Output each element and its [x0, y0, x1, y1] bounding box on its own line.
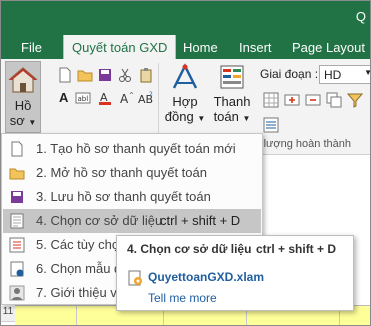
menu-item-label: 4. Chọn cơ sở dữ liệu: [36, 213, 163, 228]
addin-file-icon: [128, 270, 142, 286]
ledger-book-icon: [220, 65, 244, 89]
svg-text:abl: abl: [78, 95, 89, 103]
svg-text:^: ^: [129, 92, 134, 99]
hop-dong-label-1: Hợp: [172, 94, 198, 109]
menu-item-mo[interactable]: 2. Mở hồ sơ thanh quyết toán: [3, 161, 261, 185]
thanh-toan-label-2: toán: [213, 109, 239, 124]
tab-quyet-toan-gxd[interactable]: Quyết toán GXD: [63, 35, 177, 59]
add-row-icon[interactable]: [284, 92, 300, 108]
svg-text:A: A: [120, 92, 129, 106]
ribbon-tab-bar: File Quyết toán GXD Home Insert Page Lay…: [1, 35, 370, 59]
chevron-down-icon: ▼: [242, 114, 251, 123]
tab-file[interactable]: File: [21, 40, 42, 55]
delete-row-icon[interactable]: [305, 92, 321, 108]
row-number: 11: [1, 306, 15, 322]
font-size-icon[interactable]: A ^: [119, 90, 135, 106]
tooltip-addin-name: QuyettoanGXD.xlam: [148, 270, 265, 284]
font-a-icon[interactable]: A: [59, 90, 68, 105]
excel-window: Q File Quyết toán GXD Home Insert Page L…: [0, 0, 371, 326]
menu-item-label: 1. Tạo hồ sơ thanh quyết toán mới: [36, 141, 236, 156]
tab-insert[interactable]: Insert: [239, 40, 272, 55]
ho-so-label-2: sơ: [9, 113, 25, 128]
grid-icon[interactable]: [263, 92, 279, 108]
text-box-icon[interactable]: abl: [75, 90, 91, 106]
menu-item-tao-moi[interactable]: 1. Tạo hồ sơ thanh quyết toán mới: [3, 137, 261, 161]
template-icon: [10, 261, 24, 277]
copy-row-icon[interactable]: [326, 92, 342, 108]
giai-doan-combo[interactable]: HD ▼: [319, 65, 370, 84]
chevron-down-icon: ▼: [197, 114, 206, 123]
tooltip-shortcut: ctrl + shift + D: [256, 242, 337, 256]
hop-dong-label-2: đồng: [164, 109, 194, 124]
ribbon-separator: [158, 63, 159, 133]
save-icon: [11, 191, 23, 203]
cut-icon[interactable]: [117, 67, 133, 83]
menu-item-label: 3. Lưu hồ sơ thanh quyết toán: [36, 189, 211, 204]
tab-page-layout[interactable]: Page Layout: [292, 40, 365, 55]
drafting-tools-icon: [172, 63, 198, 89]
filter-icon[interactable]: [347, 92, 363, 108]
ho-so-label-1: Hồ: [14, 98, 32, 113]
menu-item-label: 2. Mở hồ sơ thanh quyết toán: [36, 165, 207, 180]
title-bar: Q: [1, 1, 370, 35]
tell-me-more-link[interactable]: Tell me more: [148, 291, 217, 305]
tooltip-title: 4. Chọn cơ sở dữ liệu: [127, 242, 252, 256]
giai-doan-label: Giai đoạn :: [260, 67, 319, 81]
giai-doan-value: HD: [324, 68, 342, 82]
tab-home[interactable]: Home: [183, 40, 218, 55]
options-icon: [9, 237, 25, 253]
chevron-down-icon: ▼: [28, 118, 37, 127]
open-folder-icon: [9, 168, 25, 180]
ho-so-button[interactable]: Hồ sơ ▼: [5, 61, 41, 133]
about-icon: [9, 285, 25, 301]
column-gridline: [76, 305, 77, 325]
hop-dong-button[interactable]: Hợp đồng ▼: [162, 63, 208, 133]
menu-item-luu[interactable]: 3. Lưu hồ sơ thanh quyết toán: [3, 185, 261, 209]
menu-item-shortcut: ctrl + shift + D: [160, 213, 241, 228]
new-file-icon[interactable]: [57, 67, 73, 83]
khoi-luong-group-label: ối lượng hoàn thành: [252, 138, 351, 150]
chevron-down-icon: ▼: [364, 68, 370, 77]
superscript-icon[interactable]: AB2: [138, 90, 154, 106]
menu-item-chon-csdl[interactable]: 4. Chọn cơ sở dữ liệu ctrl + shift + D: [3, 209, 261, 233]
database-icon: [10, 213, 24, 229]
paste-icon[interactable]: [138, 67, 154, 83]
menu-item-label: 5. Các tùy chọn: [36, 237, 127, 252]
menu-item-label: 7. Giới thiệu về: [36, 285, 125, 300]
svg-text:2: 2: [149, 91, 153, 98]
open-folder-icon[interactable]: [77, 67, 93, 83]
save-icon[interactable]: [97, 67, 113, 83]
command-tooltip: 4. Chọn cơ sở dữ liệu ctrl + shift + D Q…: [116, 235, 354, 311]
list-icon[interactable]: [263, 117, 279, 133]
font-color-icon[interactable]: A: [97, 90, 113, 106]
window-title: Q: [355, 9, 366, 24]
thanh-toan-label-1: Thanh: [213, 94, 251, 109]
house-icon: [8, 67, 38, 93]
thanh-toan-button[interactable]: Thanh toán ▼: [209, 63, 255, 133]
new-document-icon: [11, 141, 23, 157]
